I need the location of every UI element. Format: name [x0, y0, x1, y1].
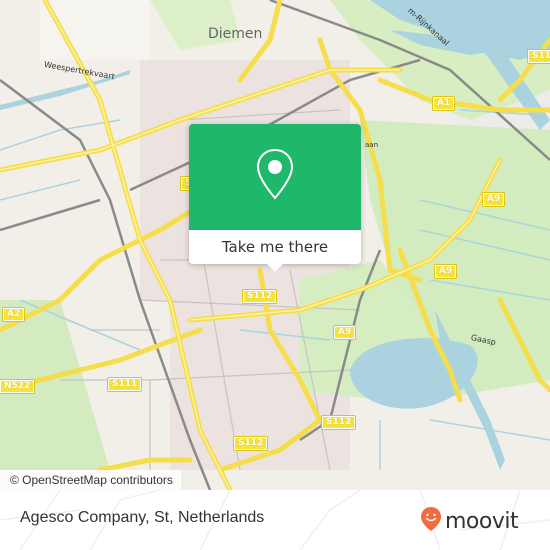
road-shield-a9-center: A9: [332, 325, 357, 340]
place-label-diemen: Diemen: [208, 26, 263, 42]
location-pin-icon: [255, 148, 295, 206]
popup-header: [189, 124, 361, 230]
road-shield-s114-partial: S11: [526, 49, 550, 64]
location-popup: Take me there: [189, 124, 361, 272]
road-shield-a1: A1: [431, 96, 456, 111]
moovit-logo[interactable]: moovit: [420, 506, 519, 536]
moovit-wordmark: moovit: [445, 508, 519, 534]
map-attribution[interactable]: © OpenStreetMap contributors: [0, 470, 181, 490]
road-shield-s112-center: S112: [320, 415, 357, 430]
moovit-smile-pin-icon: [420, 506, 442, 536]
map[interactable]: Diemen Weespertrekvaart m-Rijnkanaal Gaa…: [0, 0, 550, 490]
road-shield-n522: N522: [0, 379, 36, 394]
road-shield-s112-south: S112: [232, 436, 269, 451]
popup-pointer: [266, 263, 284, 272]
road-shield-a2: A2: [1, 307, 26, 322]
road-shield-s112-north: S112: [241, 289, 278, 304]
road-shield-a9-north: A9: [481, 192, 506, 207]
road-label-partial: aan: [365, 141, 379, 149]
location-title: Agesco Company, St, Netherlands: [20, 509, 265, 526]
attribution-text: © OpenStreetMap contributors: [10, 473, 173, 487]
take-me-there-button[interactable]: Take me there: [189, 230, 361, 272]
road-shield-a9-mid: A9: [433, 264, 458, 279]
take-me-there-label: Take me there: [221, 238, 329, 256]
road-shield-s111: S111: [106, 377, 143, 392]
